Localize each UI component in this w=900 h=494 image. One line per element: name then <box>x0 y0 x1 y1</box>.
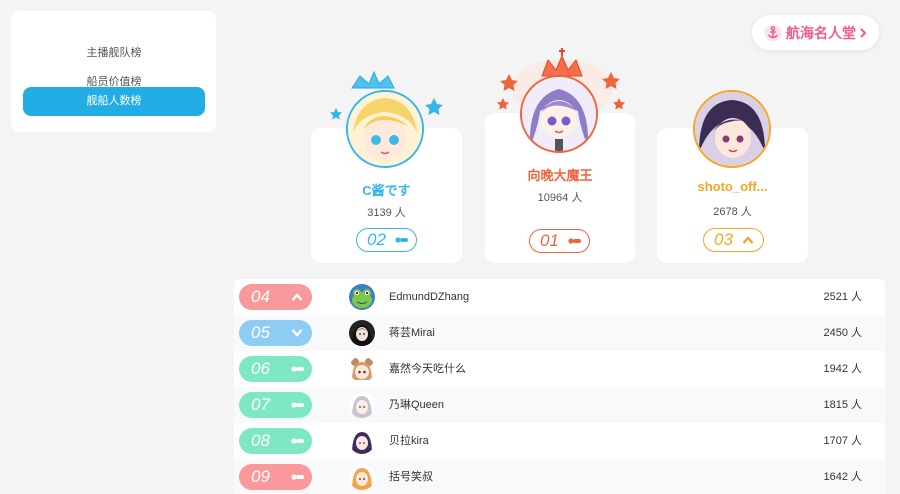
anchor-icon <box>764 24 782 41</box>
crew-count: 1815 人 <box>823 399 862 411</box>
rank-number: 07 <box>251 395 270 414</box>
rank-number: 06 <box>251 359 270 378</box>
user-name[interactable]: EdmundDZhang <box>389 279 469 315</box>
rank-number: 03 <box>714 230 733 249</box>
podium-count: 10964 人 <box>537 192 583 204</box>
rank-badge: 03 <box>703 228 764 252</box>
no-change-icon <box>568 238 581 244</box>
avatar[interactable] <box>349 356 375 382</box>
avatar[interactable] <box>349 284 375 310</box>
rank-number: 08 <box>251 431 270 450</box>
ranking-sidebar: 主播舰队榜 船员价值榜 舰船人数榜 <box>11 11 216 132</box>
rank-badge: 06 <box>239 356 312 382</box>
rank-number: 02 <box>367 230 386 249</box>
list-item[interactable]: 04 EdmundDZhang 2521 人 <box>234 279 885 315</box>
sidebar-item-ship-count[interactable]: 舰船人数榜 <box>23 87 205 116</box>
rank-badge: 04 <box>239 284 312 310</box>
rank-badge: 09 <box>239 464 312 490</box>
avatar[interactable] <box>349 464 375 490</box>
avatar[interactable] <box>349 392 375 418</box>
podium-count: 2678 人 <box>713 206 752 218</box>
podium-name[interactable]: C酱です <box>311 180 462 199</box>
avatar[interactable] <box>349 428 375 454</box>
list-item[interactable]: 08 贝拉kira 1707 人 <box>234 423 885 459</box>
rank-number: 04 <box>251 287 270 306</box>
crew-count: 1707 人 <box>823 435 862 447</box>
user-name[interactable]: 蒋芸Mirai <box>389 315 435 351</box>
crew-count: 2521 人 <box>823 291 862 303</box>
list-item[interactable]: 09 括号笑叔 1642 人 <box>234 459 885 494</box>
rank-number: 09 <box>251 467 270 486</box>
chevron-down-icon <box>291 329 303 337</box>
chevron-up-icon <box>742 236 754 244</box>
crew-count: 1942 人 <box>823 363 862 375</box>
chevron-up-icon <box>291 293 303 301</box>
podium-avatar[interactable] <box>520 75 598 153</box>
crew-count: 2450 人 <box>823 327 862 339</box>
list-item[interactable]: 06 嘉然今天吃什么 1942 人 <box>234 351 885 387</box>
podium-count: 3139 人 <box>367 207 406 219</box>
avatar[interactable] <box>349 320 375 346</box>
ranking-list: 04 EdmundDZhang 2521 人 05 蒋芸Mirai 2450 人… <box>234 279 885 494</box>
hall-of-fame-label: 航海名人堂 <box>786 24 856 41</box>
sidebar-item-anchor-fleet[interactable]: 主播舰队榜 <box>23 39 205 68</box>
list-item[interactable]: 07 乃琳Queen 1815 人 <box>234 387 885 423</box>
user-name[interactable]: 括号笑叔 <box>389 459 433 494</box>
chevron-right-icon <box>860 27 867 38</box>
rank-number: 01 <box>540 231 559 250</box>
podium-avatar[interactable] <box>693 90 771 168</box>
rank-number: 05 <box>251 323 270 342</box>
rank-badge: 07 <box>239 392 312 418</box>
hall-of-fame-button[interactable]: 航海名人堂 <box>752 15 879 50</box>
user-name[interactable]: 乃琳Queen <box>389 387 444 423</box>
no-change-icon <box>291 366 304 372</box>
user-name[interactable]: 贝拉kira <box>389 423 429 459</box>
podium-avatar[interactable] <box>346 90 424 168</box>
rank-badge: 02 <box>356 228 417 252</box>
rank-badge: 08 <box>239 428 312 454</box>
list-item[interactable]: 05 蒋芸Mirai 2450 人 <box>234 315 885 351</box>
crew-count: 1642 人 <box>823 471 862 483</box>
rank-badge: 01 <box>529 229 590 253</box>
no-change-icon <box>291 474 304 480</box>
no-change-icon <box>395 237 408 243</box>
rank-badge: 05 <box>239 320 312 346</box>
podium-name[interactable]: 向晚大魔王 <box>485 165 635 184</box>
no-change-icon <box>291 402 304 408</box>
podium-name[interactable]: shoto_off... <box>657 179 808 194</box>
no-change-icon <box>291 438 304 444</box>
user-name[interactable]: 嘉然今天吃什么 <box>389 351 466 387</box>
